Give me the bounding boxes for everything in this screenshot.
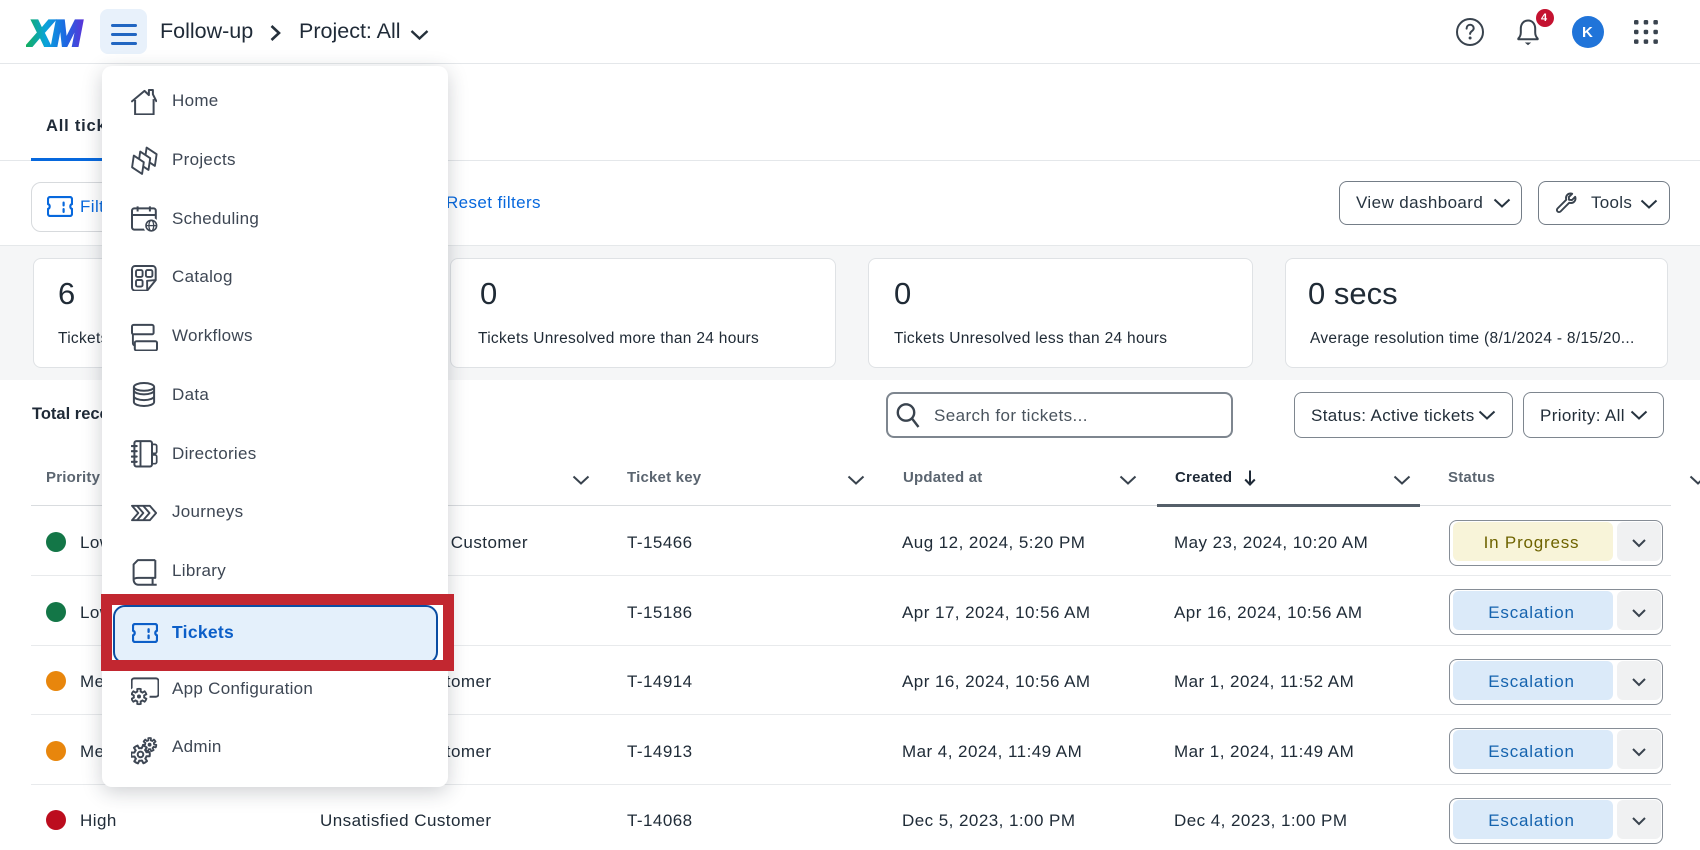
- svg-text:XM: XM: [26, 13, 83, 52]
